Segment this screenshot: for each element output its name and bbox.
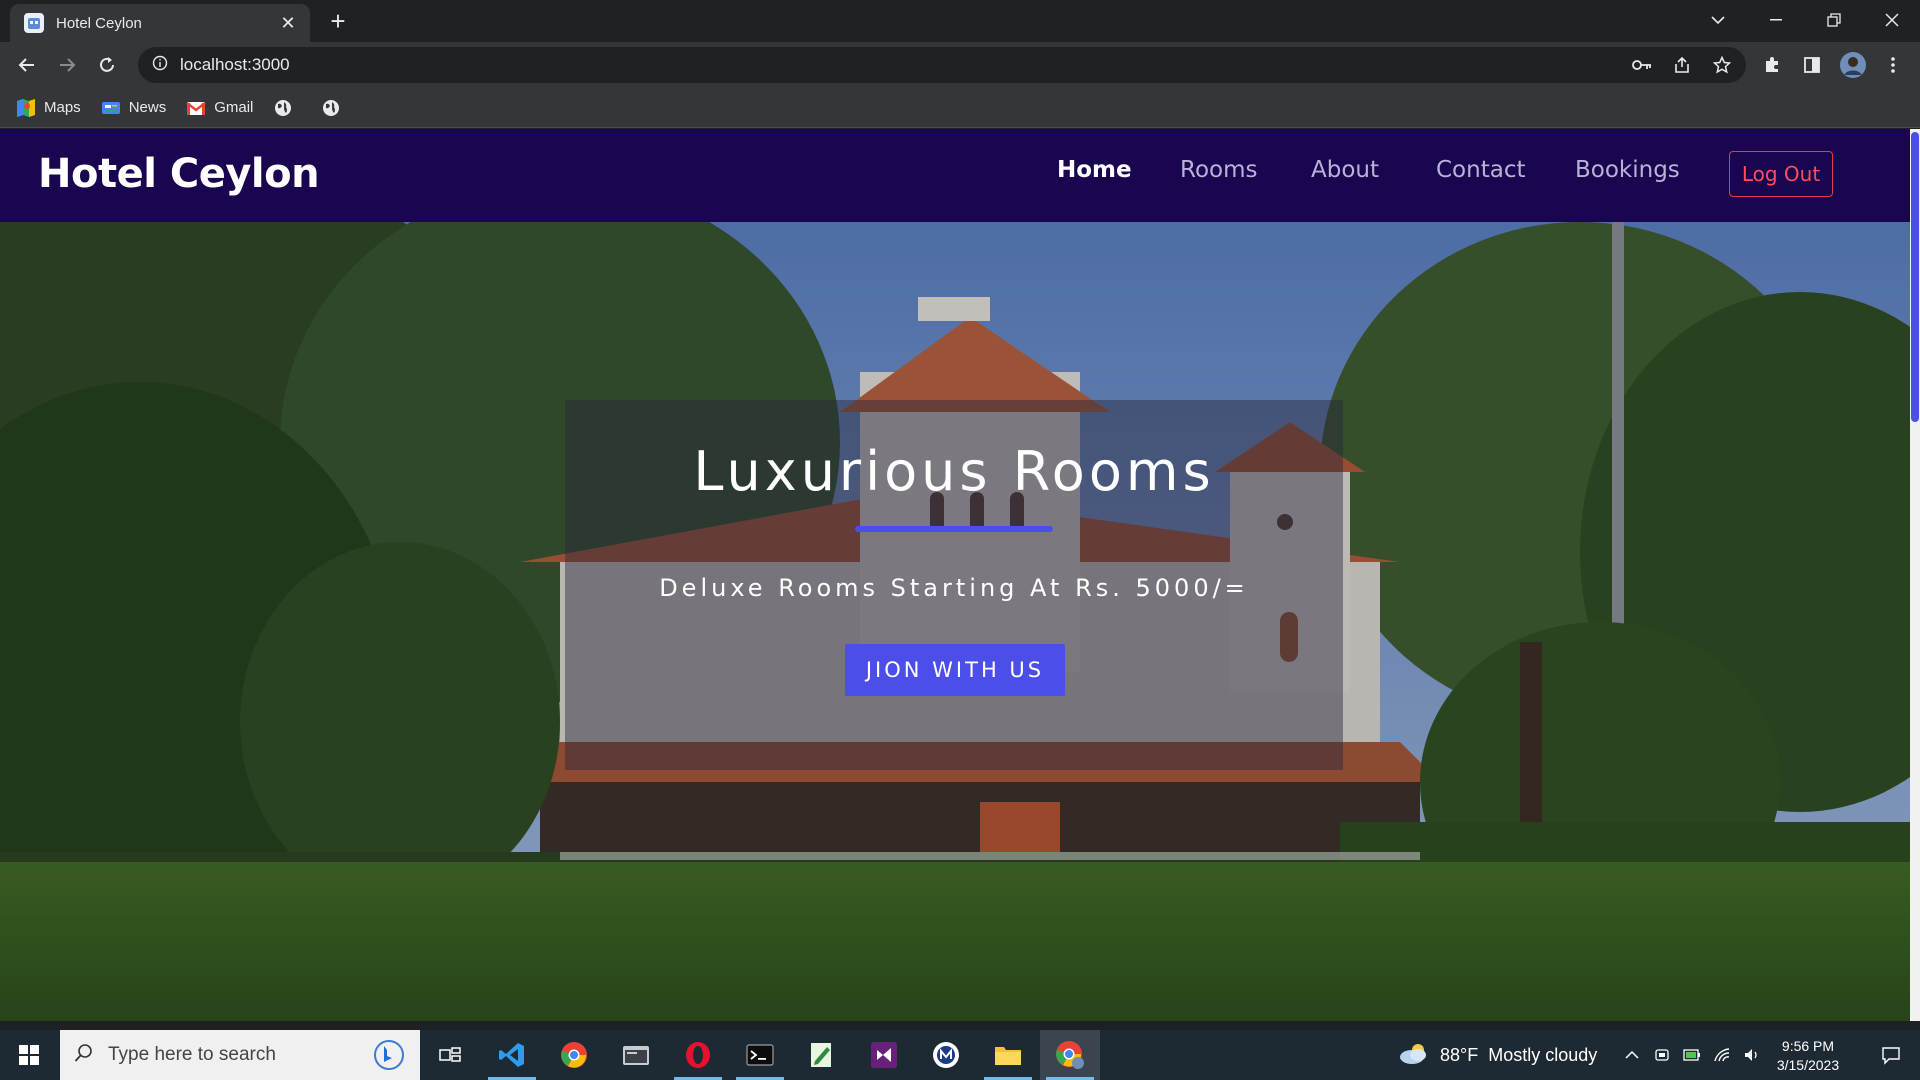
weather-condition: Mostly cloudy bbox=[1488, 1044, 1598, 1065]
nav-home[interactable]: Home bbox=[1057, 157, 1132, 183]
restore-button[interactable] bbox=[1806, 0, 1862, 40]
page-scrollbar-thumb[interactable] bbox=[1911, 132, 1919, 422]
password-key-icon[interactable] bbox=[1627, 50, 1657, 80]
globe-icon bbox=[321, 98, 341, 118]
news-icon bbox=[101, 98, 121, 118]
site-brand[interactable]: Hotel Ceylon bbox=[38, 151, 320, 197]
volume-icon[interactable] bbox=[1738, 1030, 1766, 1080]
chrome-profile-icon[interactable] bbox=[1040, 1030, 1100, 1080]
visual-studio-icon[interactable] bbox=[854, 1030, 914, 1080]
file-manager-icon[interactable] bbox=[606, 1030, 666, 1080]
side-panel-icon[interactable] bbox=[1797, 50, 1827, 80]
meet-now-icon[interactable] bbox=[1648, 1030, 1676, 1080]
bookmark-globe-1[interactable] bbox=[273, 98, 301, 118]
close-window-button[interactable] bbox=[1864, 0, 1920, 40]
terminal-icon[interactable] bbox=[730, 1030, 790, 1080]
nav-about[interactable]: About bbox=[1311, 157, 1379, 183]
vscode-icon[interactable] bbox=[482, 1030, 542, 1080]
clock-date: 3/15/2023 bbox=[1776, 1057, 1840, 1073]
page-viewport: Hotel Ceylon Home Rooms About Contact Bo… bbox=[0, 129, 1910, 1021]
opera-icon[interactable] bbox=[668, 1030, 728, 1080]
browser-toolbar: localhost:3000 bbox=[0, 42, 1920, 88]
maps-icon bbox=[16, 98, 36, 118]
back-icon[interactable] bbox=[12, 50, 42, 80]
bookmark-label: News bbox=[128, 99, 167, 116]
system-clock[interactable]: 9:56 PM 3/15/2023 bbox=[1768, 1037, 1848, 1075]
hero-caption-box: Luxurious Rooms Deluxe Rooms Starting At… bbox=[565, 400, 1343, 770]
bookmark-gmail[interactable]: Gmail bbox=[186, 98, 253, 118]
tab-hotel-ceylon[interactable]: Hotel Ceylon ✕ bbox=[10, 4, 310, 42]
new-tab-button[interactable]: + bbox=[324, 8, 352, 36]
weather-widget[interactable]: 88°F Mostly cloudy bbox=[1398, 1030, 1597, 1080]
nav-rooms[interactable]: Rooms bbox=[1180, 157, 1257, 183]
show-hidden-icons-chevron-icon[interactable] bbox=[1618, 1030, 1646, 1080]
hotel-favicon-icon bbox=[24, 13, 44, 33]
editor-icon[interactable] bbox=[792, 1030, 852, 1080]
file-explorer-icon[interactable] bbox=[978, 1030, 1038, 1080]
globe-icon bbox=[273, 98, 293, 118]
bookmark-star-icon[interactable] bbox=[1707, 50, 1737, 80]
weather-temp: 88°F bbox=[1440, 1044, 1479, 1065]
bing-icon[interactable] bbox=[372, 1040, 406, 1075]
url-text: localhost:3000 bbox=[180, 55, 290, 74]
cloudy-weather-icon bbox=[1398, 1041, 1430, 1070]
wifi-icon[interactable] bbox=[1708, 1030, 1736, 1080]
hero-title-underline bbox=[855, 526, 1053, 532]
gmail-icon bbox=[186, 98, 206, 118]
nav-bookings[interactable]: Bookings bbox=[1575, 157, 1680, 183]
profile-avatar[interactable] bbox=[1838, 50, 1868, 80]
bookmark-news[interactable]: News bbox=[101, 98, 167, 118]
bookmark-label: Maps bbox=[44, 99, 81, 116]
extensions-icon[interactable] bbox=[1757, 50, 1787, 80]
search-placeholder: Type here to search bbox=[108, 1044, 276, 1065]
tab-strip: Hotel Ceylon ✕ + bbox=[0, 0, 1920, 42]
minimize-button[interactable] bbox=[1748, 0, 1804, 40]
tab-close-icon[interactable]: ✕ bbox=[276, 13, 300, 34]
windows-taskbar: Type here to search 88°F Mostly cloudy 9… bbox=[0, 1030, 1920, 1080]
search-icon bbox=[74, 1043, 94, 1068]
app-icon[interactable] bbox=[916, 1030, 976, 1080]
forward-icon[interactable] bbox=[52, 50, 82, 80]
notification-center-icon[interactable] bbox=[1866, 1030, 1916, 1080]
site-info-icon[interactable] bbox=[152, 55, 168, 76]
nav-contact[interactable]: Contact bbox=[1436, 157, 1525, 183]
battery-icon[interactable] bbox=[1678, 1030, 1706, 1080]
chrome-icon[interactable] bbox=[544, 1030, 604, 1080]
bookmarks-bar: Maps News Gmail bbox=[0, 88, 1920, 128]
site-navbar: Hotel Ceylon Home Rooms About Contact Bo… bbox=[0, 129, 1910, 222]
logout-button[interactable]: Log Out bbox=[1729, 151, 1833, 197]
reload-icon[interactable] bbox=[92, 50, 122, 80]
chrome-menu-icon[interactable] bbox=[1878, 50, 1908, 80]
hero-section: Luxurious Rooms Deluxe Rooms Starting At… bbox=[0, 222, 1910, 1021]
hero-subtitle: Deluxe Rooms Starting At Rs. 5000/= bbox=[659, 574, 1249, 602]
windows-start-icon[interactable] bbox=[0, 1030, 58, 1080]
tab-title: Hotel Ceylon bbox=[56, 14, 142, 32]
task-view-icon[interactable] bbox=[420, 1030, 480, 1080]
address-bar[interactable]: localhost:3000 bbox=[138, 47, 1746, 83]
join-with-us-button[interactable]: JION WITH US bbox=[845, 644, 1065, 696]
bookmark-label: Gmail bbox=[214, 99, 254, 116]
share-icon[interactable] bbox=[1667, 50, 1697, 80]
bookmark-globe-2[interactable] bbox=[321, 98, 349, 118]
tab-search-icon[interactable] bbox=[1690, 0, 1746, 40]
taskbar-search-input[interactable]: Type here to search bbox=[60, 1030, 420, 1080]
bookmark-maps[interactable]: Maps bbox=[16, 98, 81, 118]
hero-title: Luxurious Rooms bbox=[693, 440, 1215, 503]
clock-time: 9:56 PM bbox=[1781, 1038, 1835, 1054]
